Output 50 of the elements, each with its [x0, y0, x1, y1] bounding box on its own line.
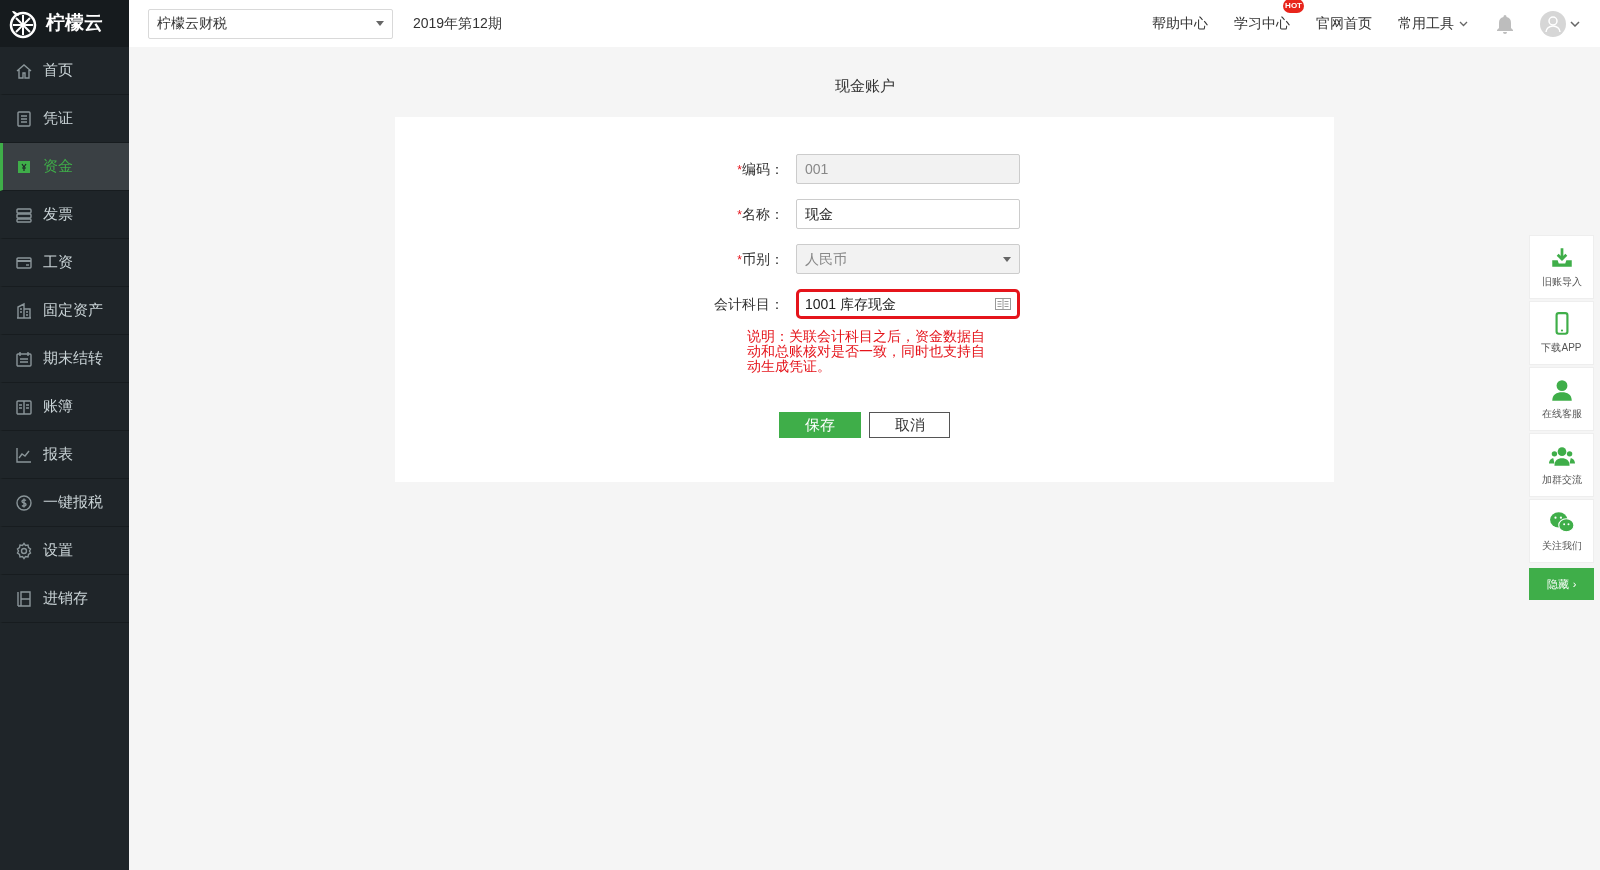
document-icon: [15, 109, 33, 128]
calendar-icon: [15, 349, 33, 368]
hot-badge: HOT: [1283, 0, 1304, 13]
settings-icon: [15, 541, 33, 560]
chat-bubbles-icon: [1548, 509, 1575, 534]
sidebar-item[interactable]: 期末结转: [0, 335, 129, 383]
sidebar-item[interactable]: 一键报税: [0, 479, 129, 527]
top-link[interactable]: 官网首页: [1316, 13, 1372, 34]
sidebar-item[interactable]: 资金: [0, 143, 129, 191]
input-field[interactable]: 现金: [796, 199, 1020, 229]
bell-icon[interactable]: [1496, 13, 1514, 34]
chart-icon: [15, 445, 33, 464]
home-icon: [15, 61, 33, 80]
field-label: *币别：: [736, 249, 785, 269]
dropdown-caret-icon: [1003, 256, 1011, 262]
stack-icon: [15, 205, 33, 224]
book-icon[interactable]: [995, 298, 1011, 310]
input-field[interactable]: 1001 库存现金: [796, 289, 1020, 319]
company-select[interactable]: 柠檬云财税: [148, 8, 393, 39]
float-panel-item[interactable]: 下载APP: [1529, 301, 1594, 365]
cancel-button[interactable]: 取消: [869, 412, 950, 438]
sidebar-item[interactable]: 进销存: [0, 575, 129, 623]
float-panel-item[interactable]: 关注我们: [1529, 499, 1594, 563]
user-menu[interactable]: [1540, 10, 1580, 37]
building-icon: [15, 301, 33, 320]
note-text: 说明：关联会计科目之后，资金数据自动和总账核对是否一致，同时也支持自动生成凭证。: [746, 329, 986, 374]
dollar-icon: [15, 493, 33, 512]
field-label: *编码：: [736, 159, 785, 179]
sidebar-item[interactable]: 发票: [0, 191, 129, 239]
top-link[interactable]: 帮助中心: [1152, 13, 1208, 34]
float-panel-item[interactable]: 旧账导入: [1529, 235, 1594, 299]
book-icon: [15, 397, 33, 416]
top-link[interactable]: 常用工具: [1398, 13, 1468, 34]
sidebar-item[interactable]: 首页: [0, 47, 129, 95]
field-label: 会计科目：: [713, 294, 785, 314]
sidebar-item[interactable]: 账簿: [0, 383, 129, 431]
page-title: 现金账户: [834, 76, 895, 96]
brand-name: 柠檬云: [46, 11, 103, 36]
chevron-down-icon: [1570, 20, 1580, 27]
top-link[interactable]: 学习中心: [1234, 13, 1290, 34]
float-panel-item[interactable]: 在线客服: [1529, 367, 1594, 431]
avatar-icon: [1540, 10, 1566, 37]
float-panel-item[interactable]: 加群交流: [1529, 433, 1594, 497]
period-label: 2019年第12期: [413, 14, 502, 33]
sidebar-item[interactable]: 工资: [0, 239, 129, 287]
sidebar-item[interactable]: 设置: [0, 527, 129, 575]
field-label: *名称：: [736, 204, 785, 224]
sidebar-item[interactable]: 固定资产: [0, 287, 129, 335]
sidebar-item[interactable]: 报表: [0, 431, 129, 479]
dropdown-caret-icon: [376, 21, 384, 26]
